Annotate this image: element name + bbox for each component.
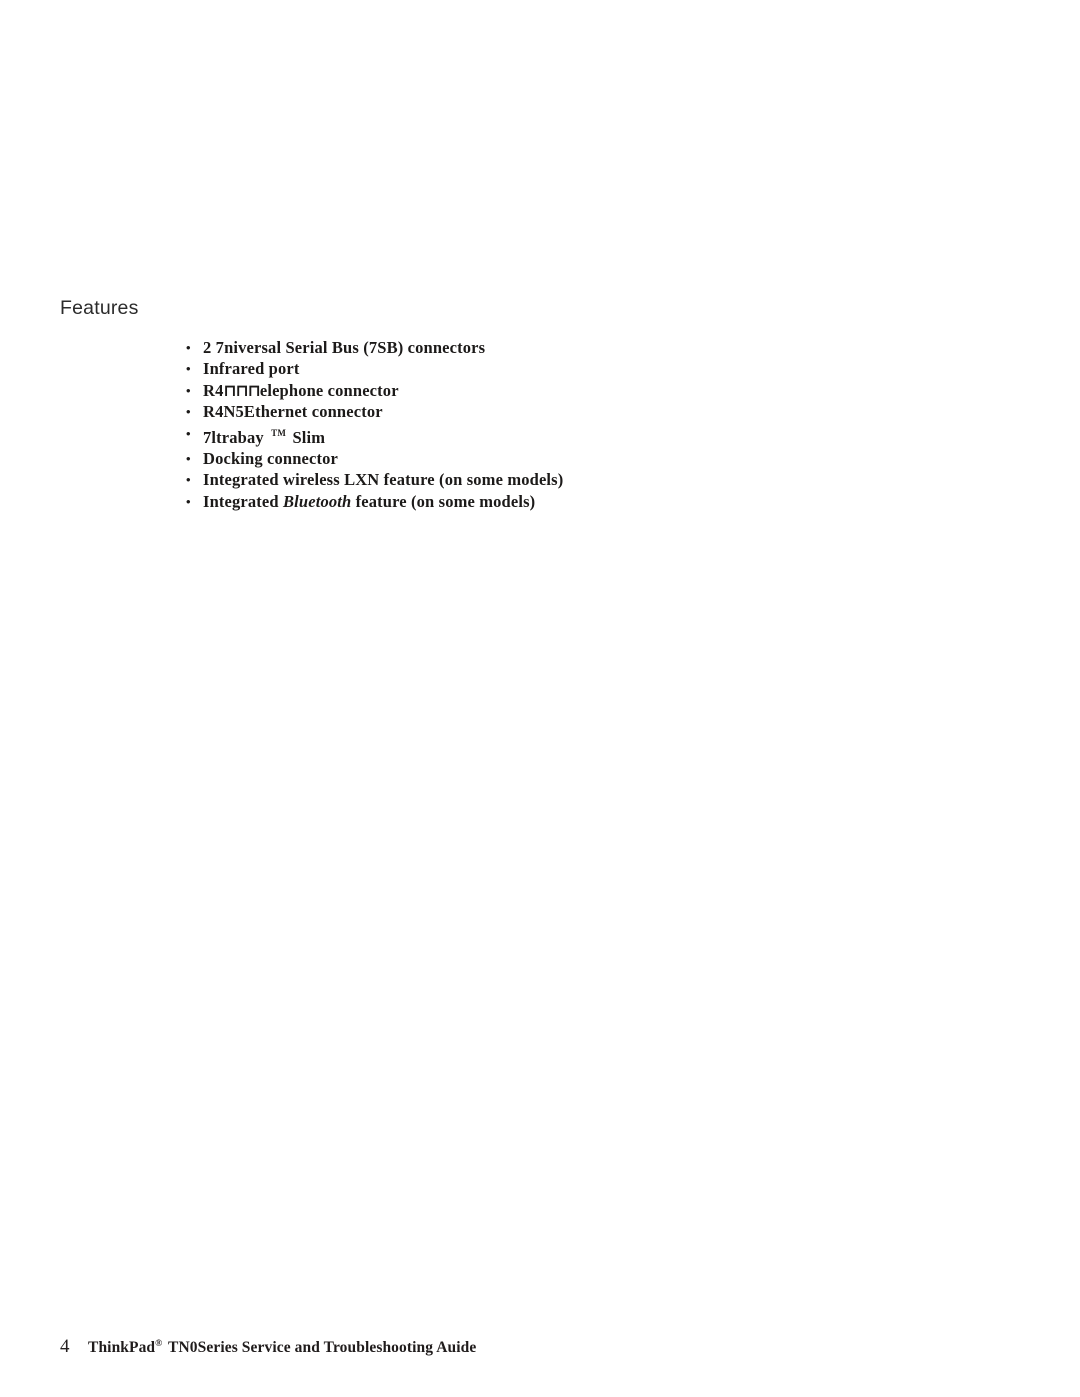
list-item: • Docking connector <box>183 448 803 469</box>
bullet-icon: • <box>186 451 191 467</box>
bullet-icon: • <box>186 382 191 398</box>
list-item-label-prefix: Integrated <box>203 491 284 511</box>
list-item-label-prefix: R4 <box>203 380 224 400</box>
page-number: 4 <box>60 1336 70 1357</box>
list-item-label-prefix: 7ltrabay <box>203 427 269 447</box>
bullet-icon: • <box>186 425 191 441</box>
list-item-label-suffix: feature (on some models) <box>351 491 536 511</box>
footer-title-rest: TN0Series Service and Troubleshooting Au… <box>164 1339 477 1356</box>
bullet-icon: • <box>186 493 191 509</box>
bullet-icon: • <box>186 404 191 420</box>
footer-title: ThinkPad® TN0Series Service and Troubles… <box>88 1339 476 1357</box>
list-item-label: Docking connector <box>203 449 338 469</box>
list-item: • Integrated wireless LXN feature (on so… <box>183 469 803 490</box>
corrupted-glyph: ⊓⊓⊓ <box>223 380 260 400</box>
list-item: • 7ltrabay TM Slim <box>183 423 803 448</box>
features-list: • 2 7niversal Serial Bus (7SB) connector… <box>183 337 803 512</box>
list-item-label: Integrated wireless LXN feature (on some… <box>203 470 564 490</box>
bullet-icon: • <box>186 472 191 488</box>
list-item: • R4N5Ethernet connector <box>183 401 803 422</box>
bullet-icon: • <box>186 340 191 355</box>
list-item-label: R4N5Ethernet connector <box>203 402 383 422</box>
document-page: Features • 2 7niversal Serial Bus (7SB) … <box>0 0 1080 1397</box>
footer-title-product: ThinkPad <box>88 1339 156 1356</box>
list-item: • Infrared port <box>183 358 803 379</box>
bullet-icon: • <box>186 361 191 377</box>
list-item-label-suffix: Slim <box>288 427 326 447</box>
bluetooth-label: Bluetooth <box>283 491 352 511</box>
page-title: Features <box>60 297 139 320</box>
list-item: • Integrated Bluetooth feature (on some … <box>183 491 803 512</box>
list-item-label-suffix: elephone connector <box>259 380 399 400</box>
list-item-label: Infrared port <box>203 359 300 379</box>
registered-trademark-mark: ® <box>155 1339 163 1349</box>
trademark-mark: TM <box>271 427 287 438</box>
list-item: • 2 7niversal Serial Bus (7SB) connector… <box>183 337 803 358</box>
list-item: • R4⊓⊓⊓elephone connector <box>183 380 803 401</box>
list-item-label: 2 7niversal Serial Bus (7SB) connectors <box>203 338 486 357</box>
page-footer: 4 ThinkPad® TN0Series Service and Troubl… <box>60 1336 476 1358</box>
